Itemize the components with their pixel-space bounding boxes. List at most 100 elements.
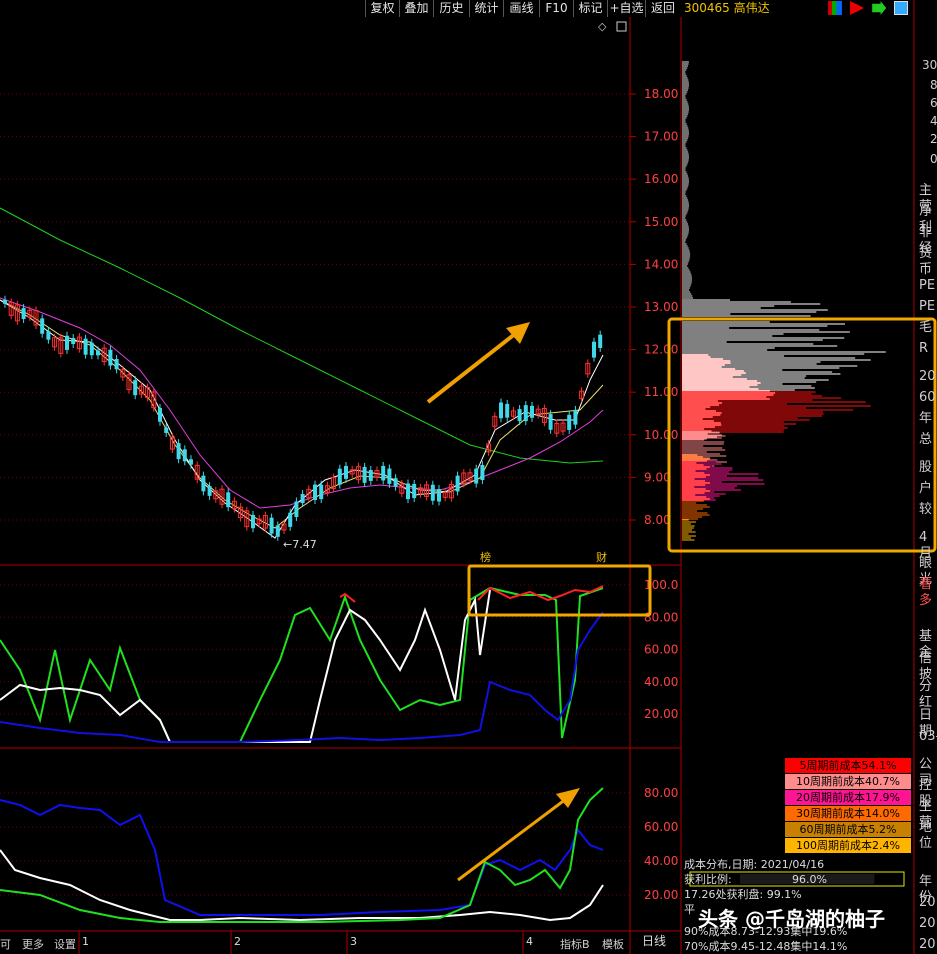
main-price-ticks: 18.00 17.00 16.00 15.00 14.00 13.00 12.00 11.00…	[630, 87, 678, 527]
price-tick-label: 8.00	[644, 513, 671, 527]
candle-body-down	[71, 338, 76, 344]
diamond-icon[interactable]: ◇	[598, 20, 607, 33]
candle-body-down	[207, 486, 212, 496]
tab-settings[interactable]: 设置	[54, 936, 76, 952]
candle-body-down	[387, 468, 392, 484]
candle-body-down	[505, 403, 510, 418]
candle-body-down	[176, 443, 181, 460]
candle-body-down	[189, 459, 193, 465]
ind1-blue-line	[0, 611, 604, 743]
right-panel-label: 较	[919, 502, 933, 517]
ind1-tick-label: 60.00	[644, 643, 678, 657]
right-panel-label: 03-	[919, 729, 937, 744]
trend-arrow-main-head	[506, 322, 530, 344]
candle-body-down	[517, 409, 522, 422]
candle-body-down	[362, 466, 367, 483]
candle-body-down	[393, 478, 398, 487]
ind2-tick-label: 60.00	[644, 820, 678, 834]
price-tick-label: 16.00	[644, 172, 678, 186]
candle-body-down	[21, 308, 26, 319]
tab-indicator-b[interactable]: 指标B	[560, 936, 590, 952]
month-label: 2	[234, 935, 241, 948]
indicator2-ticks: 80.00 60.00 40.00 20.00	[0, 786, 678, 902]
candle-body-down	[480, 465, 485, 481]
cost-legend-item: 100周期前成本2.4%	[785, 838, 911, 853]
candle-body-down	[412, 483, 417, 499]
candle-body-down	[3, 299, 7, 304]
candle-body-down	[108, 349, 113, 366]
right-panel-label: 户	[919, 481, 933, 496]
candle-body-down	[182, 449, 187, 462]
price-tick-label: 14.00	[644, 257, 678, 271]
cost-legend-item: 60周期前成本5.2%	[785, 822, 911, 837]
candle-body-down	[269, 517, 274, 534]
candle-body-down	[300, 493, 305, 504]
period-label[interactable]: 日线	[642, 932, 666, 949]
right-panel-label: 地位	[919, 820, 933, 851]
right-panel-label: 20	[919, 895, 936, 910]
cost-date: 成本分布,日期: 2021/04/16	[684, 858, 825, 871]
ind2-tick-label: 80.00	[644, 786, 678, 800]
avg-cost: 平	[684, 903, 695, 916]
right-num-2: 2	[930, 132, 937, 146]
candle-body-down	[455, 475, 460, 492]
main-gridlines	[0, 93, 630, 521]
tab-more[interactable]: 更多	[22, 936, 44, 952]
profit-label: 获利比例:	[684, 873, 732, 886]
tab-template[interactable]: 模板	[602, 936, 624, 952]
candle-body-down	[592, 341, 596, 358]
right-panel-label: 股	[919, 460, 933, 475]
right-panel-label: 年	[919, 411, 933, 426]
price-tick-label: 9.00	[644, 470, 671, 484]
right-panel-label: 看多	[919, 577, 933, 608]
profit-value: 96.0%	[792, 873, 827, 886]
candle-body-down	[573, 409, 578, 425]
candle-body-down	[83, 338, 88, 355]
cost-legend-item: 5周期前成本54.1%	[785, 758, 911, 773]
candle-body-down	[65, 335, 69, 350]
right-panel-label: PE	[919, 299, 936, 314]
right-panel-label: PE	[919, 278, 936, 293]
candle-body-down	[337, 468, 342, 485]
price-tick-label: 18.00	[644, 87, 678, 101]
candle-body-down	[437, 489, 441, 502]
marker-bang: 榜	[480, 550, 491, 564]
x-axis-months: 1 2 3 4	[78, 931, 533, 954]
ind1-red-line	[477, 585, 604, 602]
candle-body-down	[499, 402, 503, 419]
watermark: 头条 @千岛湖的柚子	[698, 907, 885, 931]
right-panel-label: 总	[919, 432, 933, 447]
low-price-label: ←7.47	[283, 538, 317, 551]
cost-legend-item: 10周期前成本40.7%	[785, 774, 911, 789]
cost-legend-item: 30周期前成本14.0%	[785, 806, 911, 821]
right-panel-label: 分红	[919, 679, 933, 710]
candle-body-down	[598, 334, 603, 348]
candle-body-down	[319, 484, 324, 500]
candle-body-down	[40, 318, 45, 334]
tab-ke[interactable]: 可	[0, 936, 11, 952]
candle-body-down	[313, 484, 317, 500]
candle-body-down	[46, 331, 51, 340]
right-panel-label: 20	[919, 369, 936, 384]
right-num-8: 8	[930, 78, 937, 92]
right-panel-label: 20	[919, 916, 936, 931]
candle-body-down	[430, 484, 435, 501]
maximize-icon[interactable]	[616, 21, 627, 32]
ind2-blue-line	[0, 799, 604, 916]
right-panel-label: 20	[919, 937, 936, 952]
candle-body-down	[381, 465, 386, 481]
month-label: 4	[526, 935, 533, 948]
candle-body-down	[164, 427, 169, 433]
cost-70: 70%成本9.45-12.48集中14.1%	[684, 940, 848, 953]
candle-body-down	[368, 470, 373, 481]
profit-at-price: 17.26处获利盘: 99.1%	[684, 888, 802, 901]
candle-body-down	[251, 514, 255, 529]
candle-body-down	[133, 380, 138, 396]
right-panel-label: 货币	[919, 246, 933, 277]
candle-body-down	[294, 501, 299, 517]
ind1-white-line	[0, 589, 491, 743]
trend-arrow-main	[426, 328, 522, 404]
right-panel-label: R	[919, 341, 929, 356]
price-tick-label: 10.00	[644, 428, 678, 442]
cost-legend-item: 20周期前成本17.9%	[785, 790, 911, 805]
